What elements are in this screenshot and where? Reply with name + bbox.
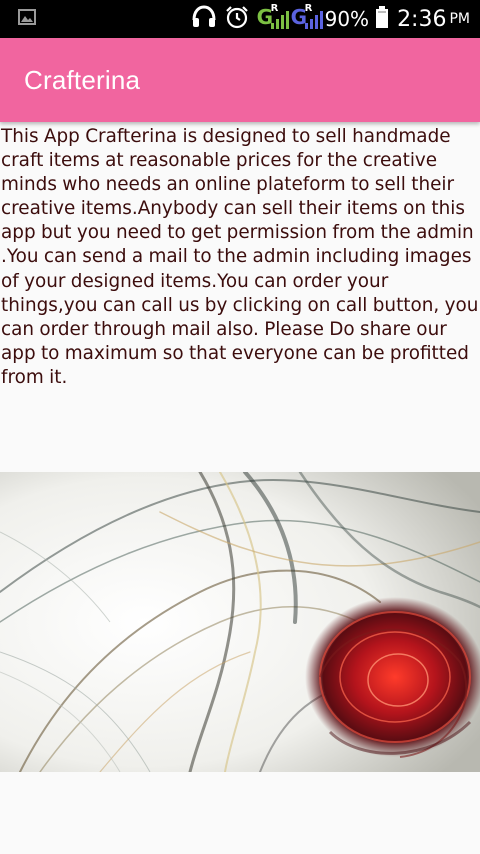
gallery-icon — [18, 9, 36, 29]
alarm-icon — [225, 5, 249, 33]
status-right: G R G R 90% 2:36 PM — [191, 3, 470, 33]
app-description: This App Crafterina is designed to sell … — [1, 126, 479, 388]
battery-percent: 90% — [324, 7, 370, 31]
clock-time: 2:36 — [397, 6, 447, 32]
clock-ampm: PM — [449, 11, 470, 27]
fractal-artwork-image — [0, 472, 480, 772]
status-bar: G R G R 90% 2:36 PM — [0, 0, 480, 38]
signal-icon-2: G R — [291, 3, 323, 31]
headset-icon — [191, 5, 217, 33]
status-left — [18, 9, 191, 29]
app-bar: Crafterina — [0, 38, 480, 122]
app-title: Crafterina — [24, 64, 141, 95]
signal-icon: G R — [257, 3, 289, 31]
battery-icon — [375, 5, 389, 33]
